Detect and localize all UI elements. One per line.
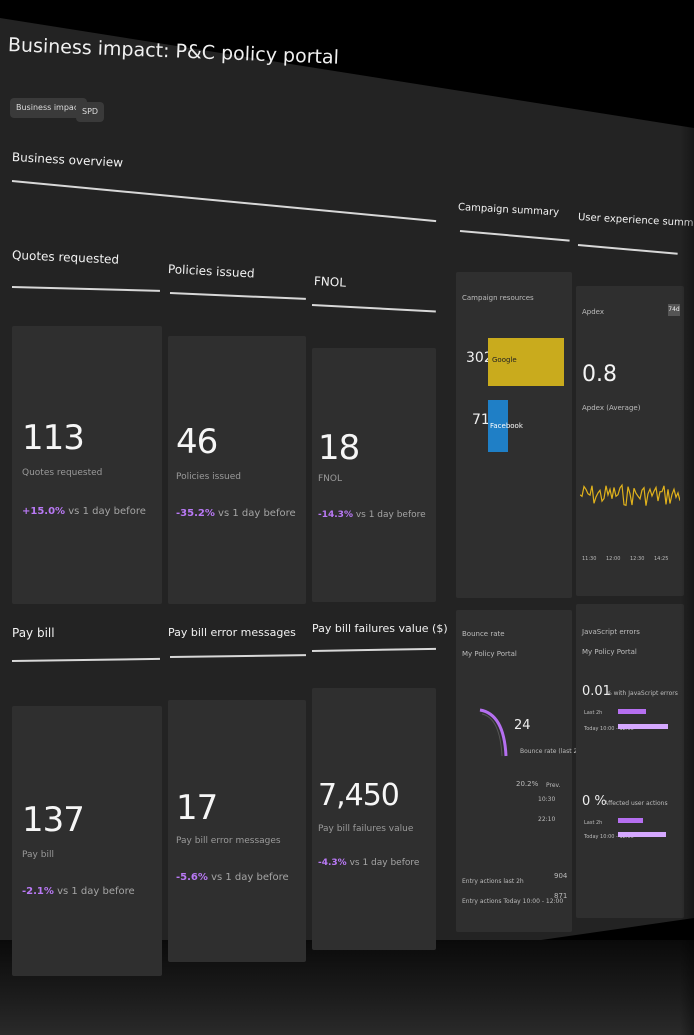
- kpi-value-pay-bill-errors: 17: [176, 788, 218, 828]
- kpi-card-pay-bill[interactable]: [12, 706, 162, 976]
- js-errors-subtitle: My Policy Portal: [582, 648, 637, 656]
- js-errors-bar-last2h-1[interactable]: [618, 709, 646, 714]
- entry-actions-label: Entry actions last 2h: [462, 878, 524, 885]
- kpi-card-policies[interactable]: [168, 336, 306, 604]
- bounce-value: 24: [514, 718, 531, 733]
- kpi-card-quotes[interactable]: [12, 326, 162, 604]
- kpi-card-pay-bill-errors[interactable]: [168, 700, 306, 962]
- js-errors-row1-1: Last 2h: [584, 710, 603, 716]
- entry-actions-today-value: 871: [554, 892, 568, 900]
- campaign-bar-google[interactable]: Google: [488, 338, 564, 386]
- kpi-sub-policies: Policies issued: [176, 472, 241, 482]
- js-errors-title: JavaScript errors: [582, 628, 640, 636]
- campaign-bar-facebook[interactable]: Facebook: [488, 400, 523, 452]
- js-errors-bar-today-1[interactable]: [618, 724, 668, 729]
- bounce-rate-line-1: 22:10: [538, 816, 556, 823]
- kpi-card-pay-bill-failures[interactable]: [312, 688, 436, 950]
- apdex-sparkline: [580, 483, 680, 507]
- entry-actions-today-label: Entry actions Today 10:00 - 12:00: [462, 898, 564, 905]
- campaign-resources-title: Campaign resources: [462, 294, 534, 302]
- kpi-header-fnol: FNOL: [313, 274, 347, 290]
- kpi-sub-pay-bill: Pay bill: [22, 850, 54, 860]
- tag-spd[interactable]: SPD: [76, 102, 105, 122]
- apdex-title: Apdex: [582, 308, 605, 316]
- apdex-badge[interactable]: 74d: [668, 304, 680, 316]
- kpi-sub-fnol: FNOL: [318, 474, 343, 484]
- js-errors-caption-2: Affected user actions: [604, 800, 668, 807]
- kpi-value-pay-bill: 137: [22, 800, 85, 840]
- bounce-rate-caption: Prev.: [546, 782, 561, 789]
- apdex-value: 0.8: [582, 362, 617, 387]
- bounce-rate-title: Bounce rate: [462, 630, 505, 638]
- kpi-delta-pay-bill: -2.1% vs 1 day before: [22, 886, 135, 897]
- campaign-bar-label-facebook: Facebook: [490, 422, 523, 430]
- bounce-gauge: [479, 708, 508, 757]
- apdex-sub: Apdex (Average): [582, 404, 641, 412]
- apdex-tick-3: 14:25: [654, 556, 669, 562]
- kpi-header-pay-bill: Pay bill: [12, 626, 55, 640]
- apdex-card[interactable]: [576, 286, 684, 596]
- kpi-sub-quotes: Quotes requested: [22, 468, 103, 478]
- campaign-bar-label-google: Google: [492, 356, 517, 364]
- kpi-delta-fnol: -14.3% vs 1 day before: [318, 510, 426, 520]
- kpi-value-policies: 46: [176, 422, 218, 462]
- apdex-tick-1: 12:00: [606, 556, 621, 562]
- kpi-delta-pay-bill-errors: -5.6% vs 1 day before: [176, 872, 289, 883]
- kpi-sub-pay-bill-failures: Pay bill failures value: [318, 824, 414, 834]
- apdex-tick-0: 11:30: [582, 556, 597, 562]
- kpi-header-pay-bill-errors: Pay bill error messages: [168, 626, 296, 639]
- bounce-rate-subtitle: My Policy Portal: [462, 650, 517, 658]
- bounce-rate-line-0: 10:30: [538, 796, 556, 803]
- kpi-value-fnol: 18: [318, 428, 360, 468]
- kpi-value-pay-bill-failures: 7,450: [318, 778, 400, 813]
- js-errors-caption-1: % with JavaScript errors: [606, 690, 678, 697]
- panel-edge-shadow: [680, 0, 694, 1035]
- bounce-value-caption: Bounce rate (last 2h): [520, 748, 584, 755]
- apdex-tick-2: 12:30: [630, 556, 645, 562]
- bounce-rate-value: 20.2%: [516, 780, 539, 788]
- js-errors-bar-today-2[interactable]: [618, 832, 666, 837]
- kpi-header-pay-bill-failures: Pay bill failures value ($): [312, 622, 448, 635]
- entry-actions-value: 904: [554, 872, 568, 880]
- kpi-delta-quotes: +15.0% vs 1 day before: [22, 506, 146, 517]
- js-errors-bar-last2h-2[interactable]: [618, 818, 643, 823]
- js-errors-row1-2: Last 2h: [584, 820, 603, 826]
- kpi-value-quotes: 113: [22, 418, 85, 458]
- kpi-delta-policies: -35.2% vs 1 day before: [176, 508, 296, 519]
- kpi-delta-pay-bill-failures: -4.3% vs 1 day before: [318, 858, 420, 868]
- kpi-sub-pay-bill-errors: Pay bill error messages: [176, 836, 281, 846]
- campaign-resources-card[interactable]: [456, 272, 572, 598]
